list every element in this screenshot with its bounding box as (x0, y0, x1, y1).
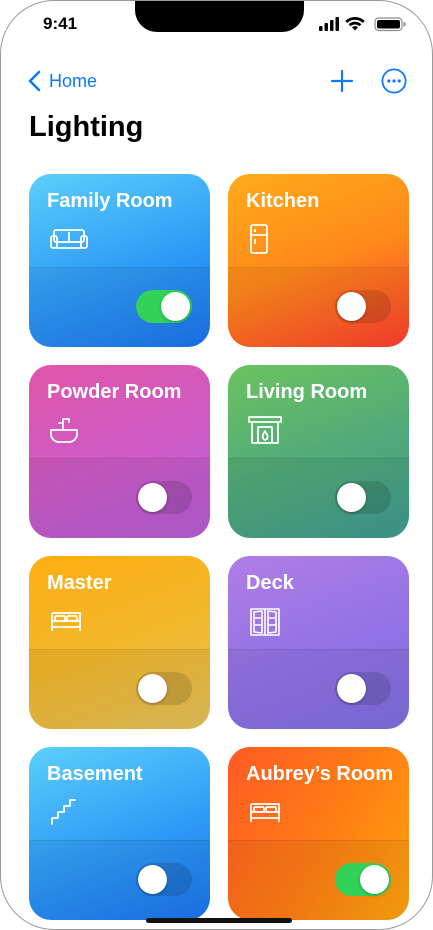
french-doors-icon (248, 606, 288, 636)
sink-icon (49, 415, 89, 445)
wifi-icon (345, 17, 365, 31)
room-label: Aubrey’s Room (246, 763, 394, 785)
room-tile-aubreys-room[interactable]: Aubrey’s Room (228, 747, 409, 920)
stairs-icon (49, 797, 89, 827)
refrigerator-icon (248, 224, 288, 254)
sofa-icon (49, 224, 89, 254)
back-button-label: Home (49, 70, 98, 91)
phone-frame: 9:41 Home Lighting Family Room Kitchen P… (0, 0, 433, 930)
status-time: 9:41 (43, 14, 78, 33)
room-tile-deck[interactable]: Deck (228, 556, 409, 729)
room-label: Kitchen (246, 190, 320, 212)
bed-icon (49, 606, 89, 636)
home-indicator[interactable] (146, 918, 292, 923)
cellular-signal-icon (319, 17, 339, 31)
back-button[interactable]: Home (28, 67, 97, 95)
room-label: Deck (246, 572, 294, 594)
light-toggle[interactable] (335, 290, 391, 323)
notch (135, 1, 304, 32)
room-label: Living Room (246, 381, 368, 403)
room-label: Family Room (47, 190, 173, 212)
light-toggle[interactable] (335, 672, 391, 705)
room-tile-kitchen[interactable]: Kitchen (228, 174, 409, 347)
chevron-left-icon (28, 70, 41, 92)
room-label: Master (47, 572, 112, 594)
more-button[interactable] (381, 68, 407, 94)
room-label: Basement (47, 763, 143, 785)
light-toggle[interactable] (136, 863, 192, 896)
light-toggle[interactable] (136, 481, 192, 514)
room-tile-powder-room[interactable]: Powder Room (29, 365, 210, 538)
page-title: Lighting (29, 111, 144, 143)
add-button[interactable] (329, 68, 355, 94)
fireplace-icon (248, 415, 288, 445)
room-label: Powder Room (47, 381, 182, 403)
room-tile-basement[interactable]: Basement (29, 747, 210, 920)
light-toggle[interactable] (335, 481, 391, 514)
status-icons (319, 16, 411, 32)
light-toggle[interactable] (136, 672, 192, 705)
plus-icon (330, 69, 354, 93)
battery-icon (374, 17, 406, 32)
bed-icon (248, 797, 288, 827)
room-tile-living-room[interactable]: Living Room (228, 365, 409, 538)
ellipsis-circle-icon (381, 68, 407, 94)
room-tile-master[interactable]: Master (29, 556, 210, 729)
light-toggle[interactable] (136, 290, 192, 323)
room-tile-family-room[interactable]: Family Room (29, 174, 210, 347)
light-toggle[interactable] (335, 863, 391, 896)
